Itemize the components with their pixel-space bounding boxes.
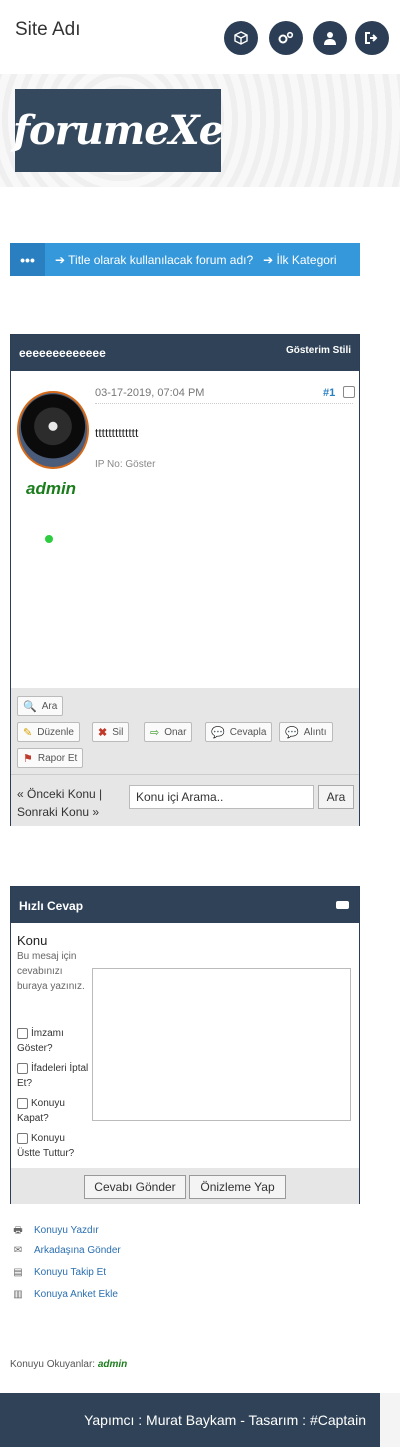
quote-bubble-icon: 💬 [285, 726, 299, 739]
thread-search-button[interactable]: Ara [318, 785, 354, 809]
post-date: 03-17-2019, 07:04 PM [95, 387, 205, 399]
breadcrumb-forum-link[interactable]: ➔ Title olarak kullanılacak forum adı? [55, 253, 253, 267]
post-divider [95, 403, 353, 404]
display-mode-link[interactable]: Gösterim Stili [286, 345, 351, 356]
preview-button[interactable]: Önizleme Yap [189, 1175, 286, 1199]
flag-icon: ⚑ [23, 752, 33, 765]
checkbox[interactable] [17, 1132, 28, 1144]
quick-reply-footer: Cevabı Gönder Önizleme Yap [11, 1168, 359, 1204]
thread-nav: « Önceki Konu | Sonraki Konu » [17, 785, 102, 821]
option-disable-smilies[interactable]: İfadeleri İptal Et? [17, 1061, 89, 1091]
thread-title: eeeeeeeeeeeee [19, 346, 106, 360]
post-number-link[interactable]: #1 [323, 387, 335, 399]
send-to-friend-link[interactable]: ✉ Arkadaşına Gönder [10, 1245, 210, 1261]
delete-button[interactable]: ✖ Sil [92, 722, 130, 742]
post-actions: 🔍 Ara ✎ Düzenle ✖ Sil ⇨ Onar 💬 Cevapla 💬 Alınt… [11, 688, 359, 774]
thread-search-input[interactable]: Konu içi Arama.. [129, 785, 314, 809]
breadcrumb-menu-button[interactable]: ••• [10, 243, 45, 276]
footer: Yapımcı : Murat Baykam - Tasarım : #Capt… [0, 1393, 380, 1447]
footer-credits: Yapımcı : Murat Baykam - Tasarım : #Capt… [84, 1412, 366, 1428]
logout-icon[interactable] [355, 21, 389, 55]
viewer-username[interactable]: admin [98, 1359, 127, 1370]
search-button[interactable]: 🔍 Ara [17, 696, 64, 716]
ip-address-link[interactable]: IP No: Göster [95, 459, 155, 470]
pencil-icon: ✎ [23, 726, 33, 739]
quick-reply-title: Hızlı Cevap [19, 899, 84, 913]
reply-button[interactable]: 💬 Cevapla [205, 722, 273, 742]
breadcrumb: ••• ➔ Title olarak kullanılacak forum ad… [10, 243, 360, 276]
option-show-signature[interactable]: İmzamı Göster? [17, 1026, 89, 1056]
quick-reply-header: Hızlı Cevap [11, 887, 359, 923]
checkbox[interactable] [17, 1062, 28, 1074]
site-name[interactable]: Site Adı [15, 19, 81, 41]
avatar[interactable] [17, 391, 89, 469]
quote-button[interactable]: 💬 Alıntı [279, 722, 333, 742]
magnifier-icon: 🔍 [23, 700, 37, 713]
online-status-icon [45, 535, 53, 543]
footer-edge [380, 1393, 400, 1447]
cube-icon[interactable] [224, 21, 258, 55]
header-banner: forumeXe [0, 74, 400, 187]
thread-nav-row: « Önceki Konu | Sonraki Konu » Konu içi … [11, 774, 359, 826]
fix-button[interactable]: ⇨ Onar [144, 722, 193, 742]
next-thread-link[interactable]: Sonraki Konu » [17, 803, 102, 821]
post-body: ttttttttttttt [95, 426, 139, 440]
site-logo[interactable]: forumeXe [13, 89, 224, 172]
subscribe-thread-link[interactable]: ▤ Konuyu Takip Et [10, 1267, 210, 1283]
print-thread-link[interactable]: 🖶 Konuyu Yazdır [10, 1223, 210, 1239]
checkbox[interactable] [17, 1027, 28, 1039]
quick-reply-box: Hızlı Cevap Konu Bu mesaj için cevabınız… [10, 886, 360, 1204]
subscribe-icon: ▤ [13, 1267, 23, 1278]
breadcrumb-category-link[interactable]: ➔ İlk Kategori [263, 253, 336, 267]
option-close-thread[interactable]: Konuyu Kapat? [17, 1096, 89, 1126]
subject-label: Konu [17, 933, 48, 948]
reply-textarea[interactable] [92, 968, 351, 1121]
post-container: eeeeeeeeeeeee Gösterim Stili admin 03-17… [10, 334, 360, 826]
post-author[interactable]: admin [26, 479, 76, 499]
reply-hint: Bu mesaj için cevabınızı buraya yazınız. [17, 951, 85, 992]
checkbox[interactable] [17, 1097, 28, 1109]
printer-icon: 🖶 [13, 1225, 23, 1236]
envelope-icon: ✉ [13, 1245, 23, 1256]
user-icon[interactable] [313, 21, 347, 55]
delete-x-icon: ✖ [98, 726, 108, 739]
speech-bubble-icon: 💬 [211, 726, 225, 739]
add-poll-link[interactable]: ▥ Konuya Anket Ekle [10, 1289, 210, 1305]
arrow-right-icon: ⇨ [150, 726, 160, 739]
bar-chart-icon: ▥ [13, 1289, 23, 1300]
collapse-toggle-icon[interactable] [336, 901, 349, 909]
thread-header: eeeeeeeeeeeee Gösterim Stili [11, 335, 359, 371]
thread-viewers: Konuyu Okuyanlar: admin [10, 1359, 127, 1370]
report-button[interactable]: ⚑ Rapor Et [17, 748, 84, 768]
option-stick-thread[interactable]: Konuyu Üstte Tuttur? [17, 1131, 89, 1161]
top-bar: Site Adı [0, 0, 400, 74]
cogs-icon[interactable] [269, 21, 303, 55]
submit-reply-button[interactable]: Cevabı Gönder [84, 1175, 186, 1199]
previous-thread-link[interactable]: « Önceki Konu | [17, 785, 102, 803]
edit-button[interactable]: ✎ Düzenle [17, 722, 80, 742]
viewers-label: Konuyu Okuyanlar: [10, 1359, 96, 1370]
post-select-checkbox[interactable] [343, 386, 355, 398]
